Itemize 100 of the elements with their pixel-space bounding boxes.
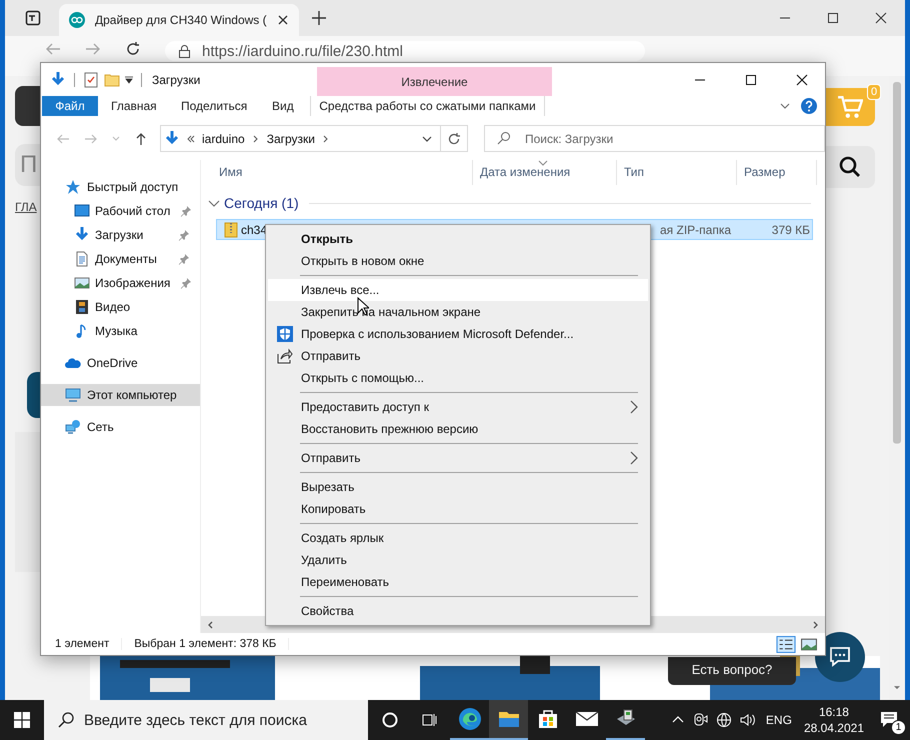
nav-item[interactable]: Документы bbox=[41, 248, 200, 270]
download-icon bbox=[74, 227, 90, 243]
nav-item[interactable]: OneDrive bbox=[41, 352, 200, 374]
close-icon[interactable] bbox=[875, 12, 887, 24]
column-header[interactable]: Дата изменения bbox=[473, 160, 617, 185]
site-favicon-icon bbox=[69, 12, 85, 28]
ribbon-tab[interactable]: Главная bbox=[98, 96, 170, 116]
pin-icon[interactable] bbox=[180, 205, 192, 217]
menu-item[interactable]: Извлечь все... bbox=[268, 279, 648, 301]
maximize-icon[interactable] bbox=[745, 74, 757, 86]
nav-item[interactable]: Сеть bbox=[41, 416, 200, 438]
up-icon[interactable] bbox=[134, 132, 148, 146]
network-icon bbox=[65, 419, 81, 435]
search-icon bbox=[58, 712, 74, 728]
help-icon[interactable] bbox=[801, 98, 817, 114]
scroll-right-icon[interactable] bbox=[811, 620, 819, 628]
search-icon bbox=[497, 131, 511, 145]
menu-item[interactable]: Восстановить прежнюю версию bbox=[268, 418, 648, 440]
nav-item[interactable]: Быстрый доступ bbox=[41, 176, 200, 198]
cart-button[interactable] bbox=[825, 88, 875, 126]
ribbon-tab[interactable]: Средства работы со сжатыми папками bbox=[310, 96, 545, 116]
tooltip: Есть вопрос? bbox=[668, 657, 796, 685]
nav-item[interactable]: Видео bbox=[41, 296, 200, 318]
tab-actions-icon[interactable] bbox=[25, 10, 41, 26]
maximize-icon[interactable] bbox=[827, 12, 839, 24]
search-field[interactable]: Поиск: Загрузки bbox=[484, 125, 825, 152]
globe-icon[interactable] bbox=[716, 712, 732, 728]
menu-item[interactable]: Удалить bbox=[268, 549, 648, 571]
scroll-left-icon[interactable] bbox=[207, 620, 215, 628]
page-button[interactable] bbox=[27, 372, 40, 418]
details-view-icon[interactable] bbox=[776, 636, 796, 652]
menu-item[interactable]: Создать ярлык bbox=[268, 527, 648, 549]
ribbon-tab[interactable]: Поделиться bbox=[170, 96, 260, 116]
pin-icon[interactable] bbox=[178, 229, 190, 241]
file-size: 379 КБ bbox=[772, 222, 811, 236]
file-type: ая ZIP-папка bbox=[660, 222, 732, 236]
refresh-icon bbox=[447, 132, 461, 146]
menu-item[interactable]: Проверка с использованием Microsoft Defender... bbox=[268, 323, 648, 345]
status-text: Выбран 1 элемент: 378 КБ bbox=[134, 638, 290, 650]
document-icon bbox=[74, 251, 90, 267]
download-icon bbox=[164, 130, 180, 146]
menu-item[interactable]: Открыть с помощью... bbox=[268, 367, 648, 389]
path-segment[interactable]: iarduino bbox=[202, 132, 245, 146]
chevron-icon[interactable] bbox=[322, 134, 330, 142]
download-icon[interactable] bbox=[50, 72, 66, 88]
volume-icon[interactable] bbox=[740, 712, 756, 728]
menu-item[interactable]: Переименовать bbox=[268, 571, 648, 593]
search-icon bbox=[839, 156, 861, 178]
time-text: 16:18 bbox=[818, 704, 849, 720]
menu-item[interactable]: Вырезать bbox=[268, 476, 648, 498]
taskbar-app[interactable] bbox=[489, 700, 528, 740]
webcam-icon[interactable] bbox=[692, 712, 708, 728]
pin-icon[interactable] bbox=[180, 277, 192, 289]
menu-item[interactable]: Свойства bbox=[268, 600, 648, 622]
file-tab[interactable]: Файл bbox=[42, 96, 98, 116]
refresh-icon[interactable] bbox=[125, 41, 141, 57]
pin-icon[interactable] bbox=[178, 253, 190, 265]
customize-caret-icon[interactable] bbox=[125, 76, 133, 84]
context-tab-header: Извлечение bbox=[317, 67, 552, 96]
address-bar[interactable]: iarduino Загрузки bbox=[160, 125, 468, 152]
properties-icon[interactable] bbox=[83, 72, 99, 88]
language-indicator[interactable]: ENG bbox=[766, 713, 792, 727]
column-header[interactable]: Имя bbox=[201, 160, 473, 185]
menu-button[interactable] bbox=[15, 86, 40, 126]
cart-count-badge: 0 bbox=[867, 84, 882, 100]
nav-item[interactable]: Загрузки bbox=[41, 224, 200, 246]
taskbar-search-field[interactable]: Введите здесь текст для поиска bbox=[44, 700, 368, 740]
chat-icon bbox=[829, 646, 851, 668]
new-tab-icon[interactable] bbox=[310, 10, 327, 26]
menu-item[interactable]: Копировать bbox=[268, 498, 648, 520]
shield-icon bbox=[276, 326, 292, 342]
menu-item[interactable]: Открыть в новом окне bbox=[268, 250, 648, 272]
thumbnail-view-icon[interactable] bbox=[799, 636, 819, 652]
close-icon[interactable] bbox=[276, 14, 289, 26]
column-header[interactable]: Тип bbox=[617, 160, 737, 185]
ribbon-tab[interactable]: Вид bbox=[260, 96, 310, 116]
nav-item[interactable]: Музыка bbox=[41, 320, 200, 342]
browser-tab[interactable]: Драйвер для CH340 Windows ( bbox=[59, 4, 299, 36]
search-button[interactable] bbox=[825, 146, 875, 188]
menu-item[interactable]: Отправить bbox=[268, 447, 648, 469]
browser-icon bbox=[458, 707, 482, 731]
breadcrumb-link[interactable]: ГЛА bbox=[15, 200, 40, 214]
window-title: Загрузки bbox=[152, 72, 202, 86]
column-header[interactable]: Размер bbox=[737, 160, 817, 185]
star-icon bbox=[65, 179, 81, 195]
address-field[interactable]: https://iarduino.ru/file/230.html bbox=[165, 41, 645, 61]
menu-item[interactable]: Предоставить доступ к bbox=[268, 396, 648, 418]
status-text: 1 элемент bbox=[55, 638, 122, 650]
nav-item[interactable]: Этот компьютер bbox=[41, 384, 200, 406]
menu-item[interactable]: Отправить bbox=[268, 345, 648, 367]
close-icon[interactable] bbox=[796, 74, 808, 86]
chevron-icon[interactable] bbox=[252, 134, 260, 142]
clock[interactable]: 16:18 28.04.2021 bbox=[804, 704, 864, 736]
menu-item[interactable]: Открыть bbox=[268, 228, 648, 250]
overflow-chevron-icon bbox=[187, 134, 195, 142]
path-segment[interactable]: Загрузки bbox=[266, 132, 315, 146]
nav-item[interactable]: Изображения bbox=[41, 272, 200, 294]
nav-item[interactable]: Рабочий стол bbox=[41, 200, 200, 222]
notifications-button[interactable]: 1 bbox=[870, 700, 910, 740]
computer-icon bbox=[65, 387, 81, 403]
